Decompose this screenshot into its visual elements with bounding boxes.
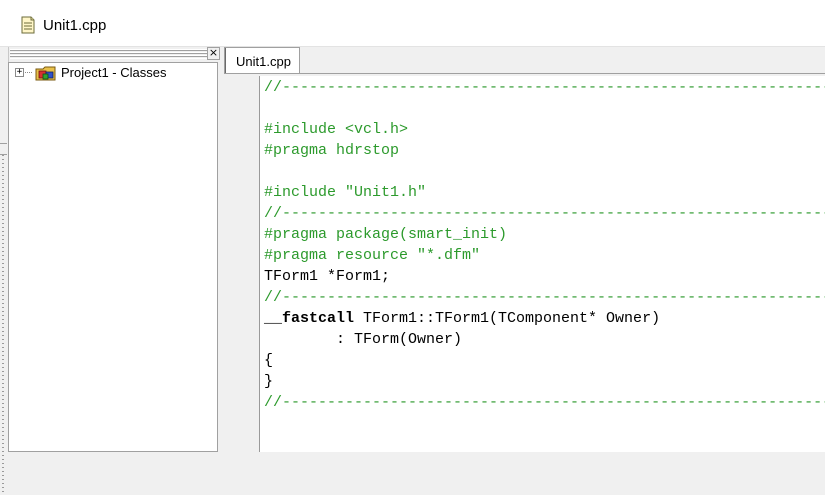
expand-icon[interactable]: + bbox=[15, 68, 24, 77]
code-line-pragma-package: #pragma package(smart_init) bbox=[264, 226, 508, 243]
code-line-pragma-hdrstop: #pragma hdrstop bbox=[264, 142, 400, 159]
tree-connector bbox=[25, 72, 33, 73]
code-line-open-brace: { bbox=[264, 352, 274, 369]
code-line-initializer: : TForm(Owner) bbox=[264, 331, 463, 348]
file-icon bbox=[21, 16, 35, 34]
code-line-include-vcl: #include <vcl.h> bbox=[264, 121, 409, 138]
code-line-separator: //--------------------------------------… bbox=[264, 205, 825, 222]
editor-gutter[interactable] bbox=[226, 76, 260, 452]
tab-label: Unit1.cpp bbox=[236, 54, 291, 69]
code-line-constructor: __fastcall TForm1::TForm1(TComponent* Ow… bbox=[264, 308, 660, 329]
code-line-separator: //--------------------------------------… bbox=[264, 79, 825, 96]
code-line-form-decl: TForm1 *Form1; bbox=[264, 268, 391, 285]
class-tree[interactable]: + Project1 - Classes bbox=[8, 62, 218, 452]
class-explorer-panel: × + Project1 - Classes bbox=[8, 47, 220, 452]
close-icon[interactable]: × bbox=[207, 47, 220, 60]
code-line-include-unit1: #include "Unit1.h" bbox=[264, 184, 427, 201]
window-title: Unit1.cpp bbox=[43, 17, 107, 34]
project-classes-icon bbox=[35, 66, 56, 81]
code-line-separator: //--------------------------------------… bbox=[264, 394, 825, 411]
code-editor: Unit1.cpp //----------------------------… bbox=[220, 47, 825, 452]
panel-grab-bar[interactable] bbox=[10, 49, 207, 59]
code-line-close-brace: } bbox=[264, 373, 274, 390]
tree-item-project-classes[interactable]: Project1 - Classes bbox=[61, 65, 166, 80]
title-bar: Unit1.cpp bbox=[0, 0, 825, 47]
constructor-signature: TForm1::TForm1(TComponent* Owner) bbox=[354, 310, 661, 327]
code-line-pragma-resource: #pragma resource "*.dfm" bbox=[264, 247, 481, 264]
tab-unit1-cpp[interactable]: Unit1.cpp bbox=[224, 47, 300, 73]
dock-splitter-notch bbox=[0, 143, 7, 155]
code-area[interactable]: //--------------------------------------… bbox=[260, 76, 825, 452]
keyword-fastcall: __fastcall bbox=[264, 310, 355, 327]
tab-divider bbox=[224, 73, 825, 74]
code-line-separator: //--------------------------------------… bbox=[264, 289, 825, 306]
dock-grip[interactable] bbox=[2, 155, 4, 495]
